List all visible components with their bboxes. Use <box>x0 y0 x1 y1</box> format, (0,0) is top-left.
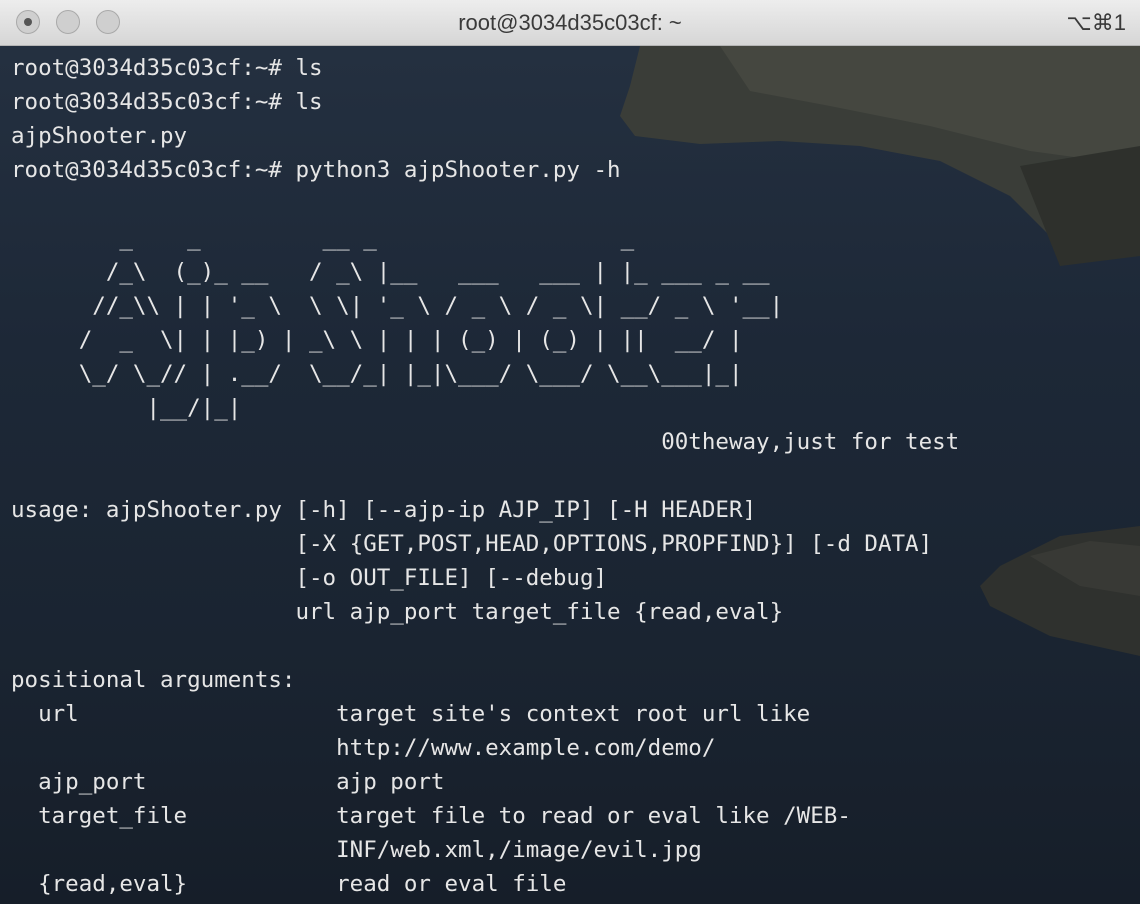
ascii-banner-line: //_\\ | | '_ \ \ \| '_ \ / _ \ / _ \| __… <box>11 293 784 319</box>
background-cliff-bottom <box>970 526 1140 656</box>
usage-line: url ajp_port target_file {read,eval} <box>11 599 784 625</box>
window-title: root@3034d35c03cf: ~ <box>458 10 682 35</box>
argument-line: {read,eval} read or eval file <box>11 871 567 897</box>
usage-line: [-X {GET,POST,HEAD,OPTIONS,PROPFIND}] [-… <box>11 531 933 557</box>
ascii-banner-line: / _ \| | |_) | _\ \ | | | (_) | (_) | ||… <box>11 327 743 353</box>
terminal-window: root@3034d35c03cf: ~ ⌥⌘1 root@3034d35c03… <box>0 0 1140 904</box>
argument-line: INF/web.xml,/image/evil.jpg <box>11 837 702 863</box>
terminal-line: root@3034d35c03cf:~# python3 ajpShooter.… <box>11 157 621 183</box>
argument-line: http://www.example.com/demo/ <box>11 735 716 761</box>
banner-tagline: 00theway,just for test <box>11 429 960 455</box>
window-shortcut: ⌥⌘1 <box>1066 10 1126 35</box>
ascii-banner-line: |__/|_| <box>11 395 242 421</box>
argument-line: url target site's context root url like <box>11 701 811 727</box>
ascii-banner-line: _ _ __ _ _ <box>11 225 635 251</box>
usage-line: [-o OUT_FILE] [--debug] <box>11 565 608 591</box>
terminal-output: root@3034d35c03cf:~# ls root@3034d35c03cf… <box>11 51 959 901</box>
title-bar[interactable]: root@3034d35c03cf: ~ ⌥⌘1 <box>0 0 1140 46</box>
terminal-area[interactable]: root@3034d35c03cf:~# ls root@3034d35c03cf… <box>0 46 1140 904</box>
ascii-banner-line: /_\ (_)_ __ / _\ |__ ___ ___ | |_ ___ _ … <box>11 259 770 285</box>
terminal-line: root@3034d35c03cf:~# ls <box>11 89 323 115</box>
terminal-line: root@3034d35c03cf:~# ls <box>11 55 323 81</box>
argument-line: ajp_port ajp port <box>11 769 445 795</box>
section-heading: positional arguments: <box>11 667 296 693</box>
terminal-line: ajpShooter.py <box>11 123 188 149</box>
ascii-banner-line: \_/ \_// | .__/ \__/_| |_|\___/ \___/ \_… <box>11 361 743 387</box>
usage-line: usage: ajpShooter.py [-h] [--ajp-ip AJP_… <box>11 497 757 523</box>
argument-line: target_file target file to read or eval … <box>11 803 851 829</box>
